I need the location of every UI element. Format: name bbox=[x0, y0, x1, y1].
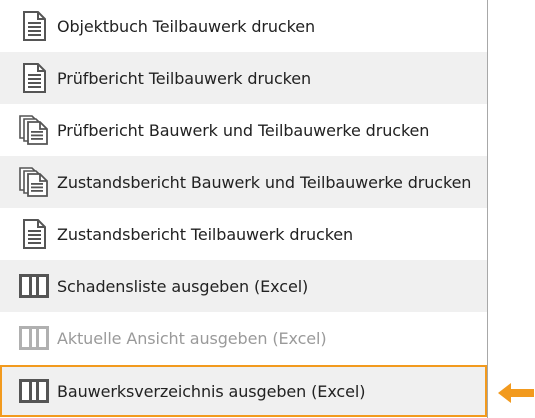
menu-item-label: Bauwerksverzeichnis ausgeben (Excel) bbox=[57, 381, 366, 401]
menu-item-label: Schadensliste ausgeben (Excel) bbox=[57, 276, 309, 296]
menu-item-objektbuch-teilbauwerk[interactable]: Objektbuch Teilbauwerk drucken bbox=[0, 0, 487, 52]
table-columns-icon bbox=[19, 323, 49, 353]
multiple-documents-icon bbox=[19, 167, 49, 197]
menu-item-label: Zustandsbericht Teilbauwerk drucken bbox=[57, 224, 354, 244]
menu-item-zustandsbericht-teilbauwerk[interactable]: Zustandsbericht Teilbauwerk drucken bbox=[0, 208, 487, 260]
arrow-left-icon bbox=[498, 383, 534, 403]
menu-item-label: Zustandsbericht Bauwerk und Teilbauwerke… bbox=[57, 172, 472, 192]
menu-item-bauwerksverzeichnis-excel[interactable]: Bauwerksverzeichnis ausgeben (Excel) bbox=[0, 365, 487, 417]
menu-item-aktuelle-ansicht-excel: Aktuelle Ansicht ausgeben (Excel) bbox=[0, 312, 487, 364]
single-document-icon bbox=[19, 219, 49, 249]
menu-item-pruefbericht-bauwerk-teilbauwerke[interactable]: Prüfbericht Bauwerk und Teilbauwerke dru… bbox=[0, 104, 487, 156]
menu-item-label: Prüfbericht Bauwerk und Teilbauwerke dru… bbox=[57, 120, 430, 140]
menu-item-label: Aktuelle Ansicht ausgeben (Excel) bbox=[57, 328, 327, 348]
single-document-icon bbox=[19, 11, 49, 41]
table-columns-icon bbox=[19, 376, 49, 406]
menu-item-zustandsbericht-bauwerk-teilbauwerke[interactable]: Zustandsbericht Bauwerk und Teilbauwerke… bbox=[0, 156, 487, 208]
menu-item-schadensliste-excel[interactable]: Schadensliste ausgeben (Excel) bbox=[0, 260, 487, 312]
multiple-documents-icon bbox=[19, 115, 49, 145]
single-document-icon bbox=[19, 63, 49, 93]
table-columns-icon bbox=[19, 271, 49, 301]
menu-item-pruefbericht-teilbauwerk[interactable]: Prüfbericht Teilbauwerk drucken bbox=[0, 52, 487, 104]
print-menu: Objektbuch Teilbauwerk drucken Prüfberic… bbox=[0, 0, 488, 418]
menu-item-label: Prüfbericht Teilbauwerk drucken bbox=[57, 68, 312, 88]
menu-item-label: Objektbuch Teilbauwerk drucken bbox=[57, 16, 316, 36]
